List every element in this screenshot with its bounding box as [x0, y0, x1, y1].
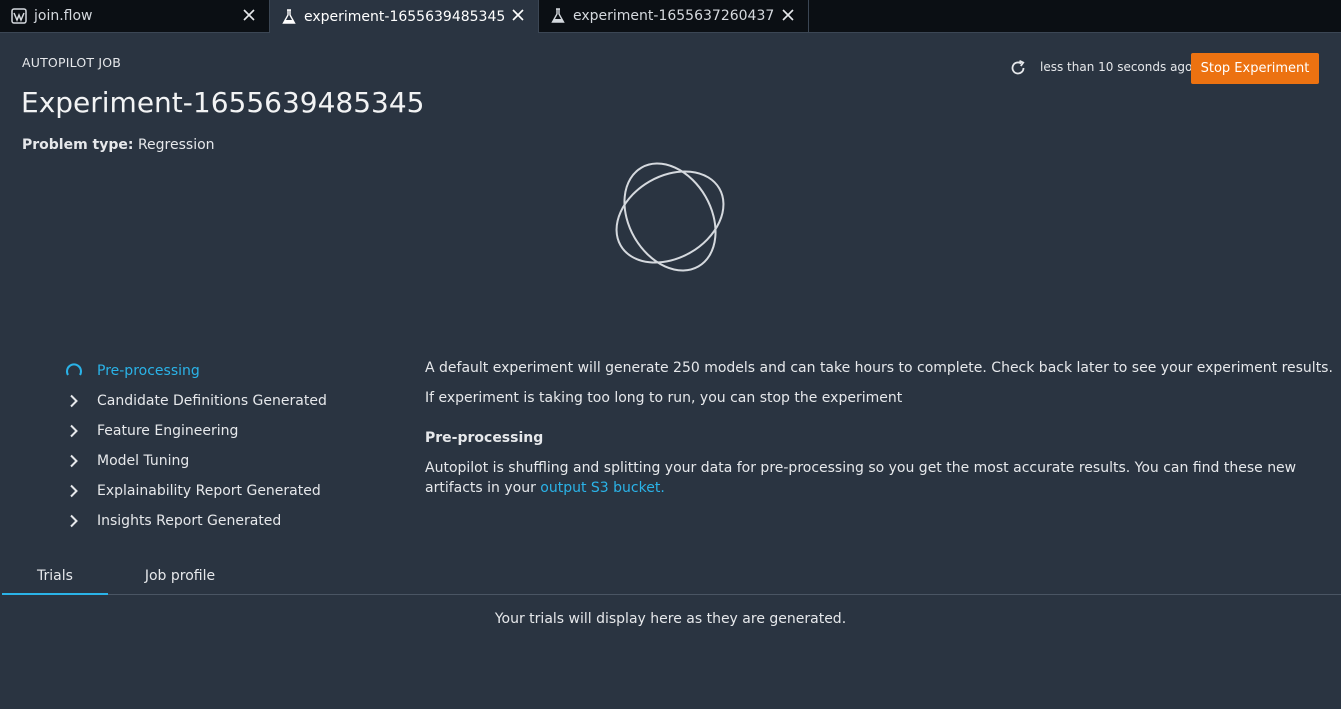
- tab-trials[interactable]: Trials: [2, 558, 108, 595]
- loading-spinner-icon: [62, 359, 86, 383]
- chevron-right-icon: [62, 449, 86, 473]
- chevron-right-icon: [62, 389, 86, 413]
- close-icon[interactable]: [510, 7, 526, 23]
- tab-label: join.flow: [34, 8, 93, 24]
- description-body: Autopilot is shuffling and splitting you…: [425, 458, 1305, 498]
- last-updated-text: less than 10 seconds ago: [1040, 60, 1193, 74]
- progress-steps: Pre-processing Candidate Definitions Gen…: [62, 356, 327, 536]
- chevron-right-icon: [62, 419, 86, 443]
- step-label: Explainability Report Generated: [97, 483, 321, 499]
- page-title: Experiment-1655639485345: [21, 86, 425, 119]
- step-label: Pre-processing: [97, 363, 200, 379]
- page-label: AUTOPILOT JOB: [22, 55, 122, 70]
- tab-job-profile[interactable]: Job profile: [122, 558, 238, 594]
- step-explainability-report[interactable]: Explainability Report Generated: [62, 476, 327, 506]
- flask-icon: [549, 7, 567, 25]
- flow-icon: [10, 7, 28, 25]
- refresh-icon[interactable]: [1008, 58, 1028, 78]
- loading-orbit-icon: [615, 162, 725, 272]
- close-icon[interactable]: [241, 7, 257, 23]
- tab-label: experiment-1655637260437: [573, 8, 775, 24]
- step-candidate-definitions[interactable]: Candidate Definitions Generated: [62, 386, 327, 416]
- description-line-1: A default experiment will generate 250 m…: [425, 360, 1333, 376]
- step-label: Insights Report Generated: [97, 513, 282, 529]
- tab-experiment-1655639485345[interactable]: experiment-1655639485345: [270, 0, 539, 33]
- step-model-tuning[interactable]: Model Tuning: [62, 446, 327, 476]
- step-pre-processing[interactable]: Pre-processing: [62, 356, 327, 386]
- problem-type-label: Problem type:: [22, 137, 134, 153]
- editor-tab-bar: join.flow experiment-1655639485345 exper…: [0, 0, 1341, 33]
- flask-icon: [280, 8, 298, 26]
- step-label: Candidate Definitions Generated: [97, 393, 327, 409]
- step-feature-engineering[interactable]: Feature Engineering: [62, 416, 327, 446]
- chevron-right-icon: [62, 479, 86, 503]
- results-tabs: Trials Job profile: [2, 558, 1341, 595]
- step-label: Feature Engineering: [97, 423, 239, 439]
- tab-join-flow[interactable]: join.flow: [0, 0, 270, 32]
- close-icon[interactable]: [780, 7, 796, 23]
- step-insights-report[interactable]: Insights Report Generated: [62, 506, 327, 536]
- chevron-right-icon: [62, 509, 86, 533]
- trials-empty-message: Your trials will display here as they ar…: [494, 611, 847, 627]
- step-label: Model Tuning: [97, 453, 190, 469]
- tab-experiment-1655637260437[interactable]: experiment-1655637260437: [539, 0, 809, 32]
- output-s3-bucket-link[interactable]: output S3 bucket.: [540, 480, 665, 496]
- description-line-2: If experiment is taking too long to run,…: [425, 390, 903, 406]
- problem-type-value: Regression: [137, 137, 215, 153]
- stop-experiment-button[interactable]: Stop Experiment: [1191, 53, 1319, 84]
- problem-type: Problem type: Regression: [22, 137, 215, 153]
- description-heading: Pre-processing: [425, 430, 544, 446]
- tab-label: experiment-1655639485345: [304, 8, 506, 25]
